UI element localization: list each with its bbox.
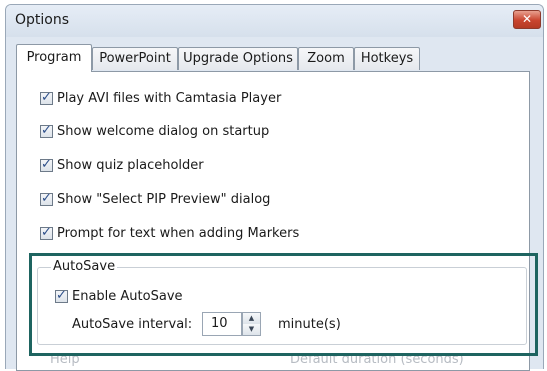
marker-prompt-checkbox[interactable]: ✓ [40, 224, 53, 240]
tab-powerpoint[interactable]: PowerPoint [92, 47, 178, 70]
tab-label: Zoom [307, 51, 345, 66]
tab-label: Hotkeys [360, 51, 414, 66]
option-pip-preview[interactable]: ✓ Show "Select PIP Preview" dialog [40, 190, 270, 208]
option-welcome-dialog[interactable]: ✓ Show welcome dialog on startup [40, 122, 269, 140]
close-button[interactable]: ✕ [513, 10, 541, 29]
tab-label: Upgrade Options [183, 51, 293, 66]
quiz-placeholder-checkbox[interactable]: ✓ [40, 156, 53, 172]
option-label: Prompt for text when adding Markers [57, 225, 300, 241]
autosave-highlight-frame [29, 253, 538, 356]
checkmark-icon: ✓ [41, 190, 52, 206]
window-title: Options [15, 12, 70, 28]
tab-upgrade-options[interactable]: Upgrade Options [178, 47, 298, 70]
tab-label: Program [26, 50, 82, 65]
option-marker-prompt[interactable]: ✓ Prompt for text when adding Markers [40, 224, 299, 242]
pip-preview-checkbox[interactable]: ✓ [40, 190, 53, 206]
title-bar[interactable]: Options ✕ [6, 5, 543, 37]
option-play-avi[interactable]: ✓ Play AVI files with Camtasia Player [40, 89, 281, 107]
checkmark-icon: ✓ [41, 89, 52, 105]
option-label: Play AVI files with Camtasia Player [57, 90, 282, 106]
tab-program[interactable]: Program [16, 44, 92, 72]
option-label: Show "Select PIP Preview" dialog [57, 191, 271, 207]
checkmark-icon: ✓ [41, 156, 52, 172]
checkmark-icon: ✓ [41, 122, 52, 138]
option-quiz-placeholder[interactable]: ✓ Show quiz placeholder [40, 156, 204, 174]
play-avi-checkbox[interactable]: ✓ [40, 89, 53, 105]
welcome-dialog-checkbox[interactable]: ✓ [40, 122, 53, 138]
tab-hotkeys[interactable]: Hotkeys [354, 47, 420, 70]
checkmark-icon: ✓ [41, 224, 52, 240]
close-icon: ✕ [521, 12, 533, 26]
tab-zoom[interactable]: Zoom [298, 47, 354, 70]
option-label: Show welcome dialog on startup [57, 123, 270, 139]
tab-strip: Program PowerPoint Upgrade Options Zoom … [16, 44, 528, 72]
tab-label: PowerPoint [99, 51, 171, 66]
option-label: Show quiz placeholder [57, 157, 204, 173]
